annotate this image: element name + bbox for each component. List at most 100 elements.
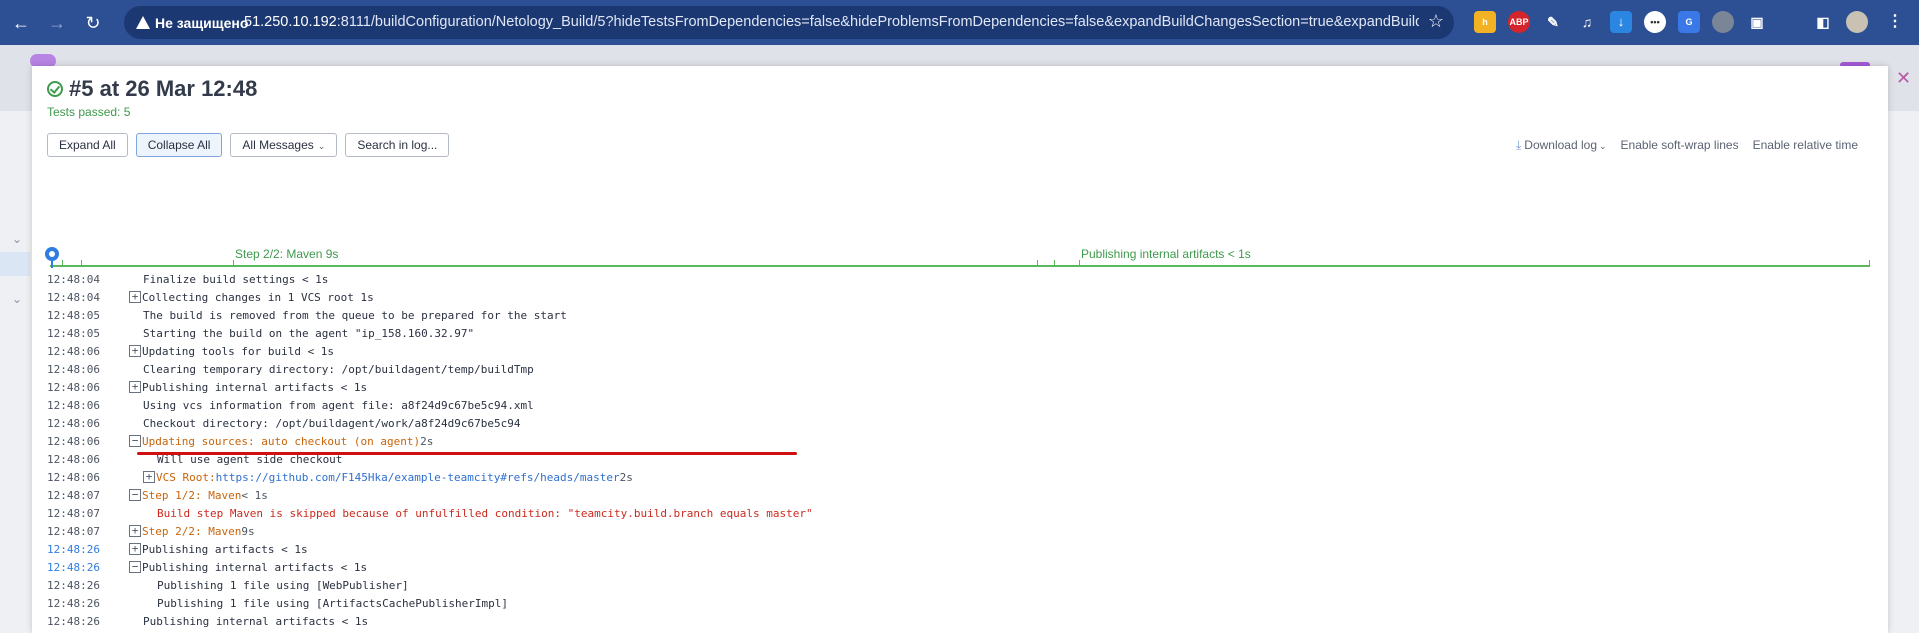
- success-check-icon: [47, 81, 63, 97]
- timeline-tick: [1054, 260, 1055, 267]
- address-bar[interactable]: Не защищено 51.250.10.192:8111/buildConf…: [124, 6, 1454, 39]
- log-timestamp: 12:48:26: [47, 597, 100, 610]
- extension-picker-icon[interactable]: ✎: [1542, 11, 1564, 33]
- log-line: 12:48:05 The build is removed from the qu…: [47, 307, 813, 325]
- timeline-tick: [62, 260, 63, 267]
- log-timestamp: 12:48:04: [47, 291, 100, 304]
- back-icon[interactable]: ←: [8, 10, 34, 36]
- log-timestamp: 12:48:07: [47, 489, 100, 502]
- log-message: Build step Maven is skipped because of u…: [157, 507, 813, 520]
- extensions-puzzle-icon[interactable]: ▣: [1746, 11, 1768, 33]
- log-timestamp: 12:48:06: [47, 399, 100, 412]
- log-duration: 2s: [420, 435, 434, 448]
- log-line: 12:48:06 Using vcs information from agent…: [47, 397, 813, 415]
- expand-icon[interactable]: +: [129, 543, 141, 555]
- log-line: 12:48:26 + Publishing artifacts < 1s: [47, 541, 813, 559]
- extension-headphones-icon[interactable]: ♫: [1576, 11, 1598, 33]
- log-message: Collecting changes in 1 VCS root 1s: [142, 291, 374, 304]
- timeline-tick: [233, 260, 234, 267]
- all-messages-label: All Messages: [242, 138, 314, 152]
- log-line: 12:48:26 Publishing internal artifacts < …: [47, 613, 813, 631]
- timeline-artifacts-label[interactable]: Publishing internal artifacts < 1s: [1081, 247, 1251, 261]
- sidebar-toggle-icon[interactable]: ◧: [1812, 11, 1834, 33]
- log-message: Publishing artifacts < 1s: [142, 543, 308, 556]
- extension-circle-icon[interactable]: [1712, 11, 1734, 33]
- extension-translate-icon[interactable]: G: [1678, 11, 1700, 33]
- log-line: 12:48:04 + Collecting changes in 1 VCS roo…: [47, 289, 813, 307]
- expand-icon[interactable]: +: [143, 471, 155, 483]
- soft-wrap-toggle[interactable]: Enable soft-wrap lines: [1621, 138, 1739, 153]
- log-message: Publishing 1 file using [ArtifactsCacheP…: [157, 597, 508, 610]
- expand-icon[interactable]: +: [129, 291, 141, 303]
- collapse-icon[interactable]: −: [129, 435, 141, 447]
- log-timestamp: 12:48:06: [47, 471, 100, 484]
- extension-download-icon[interactable]: ↓: [1610, 11, 1632, 33]
- chevron-down-icon: ⌄: [317, 141, 326, 151]
- tests-passed-status[interactable]: Tests passed: 5: [47, 105, 130, 119]
- log-message: Clearing temporary directory: /opt/build…: [143, 363, 534, 376]
- log-message: Publishing internal artifacts < 1s: [142, 381, 368, 394]
- log-timestamp: 12:48:06: [47, 453, 100, 466]
- page-sidebar-chevron-icon[interactable]: ⌄: [12, 292, 22, 306]
- build-log-dialog: #5 at 26 Mar 12:48 Tests passed: 5 Expan…: [32, 66, 1888, 633]
- log-line: 12:48:07 + Step 2/2: Maven 9s: [47, 523, 813, 541]
- url-path: :8111/buildConfiguration/Netology_Build/…: [336, 14, 1419, 30]
- log-line: 12:48:07 Build step Maven is skipped beca…: [47, 505, 813, 523]
- expand-icon[interactable]: +: [129, 381, 141, 393]
- bookmark-star-icon[interactable]: ☆: [1428, 11, 1444, 32]
- security-warning[interactable]: Не защищено: [134, 12, 254, 33]
- log-timestamp: 12:48:26: [47, 615, 100, 628]
- profile-avatar[interactable]: [1846, 11, 1868, 33]
- page-sidebar-selected-item[interactable]: [0, 252, 30, 276]
- log-message: Starting the build on the agent "ip_158.…: [143, 327, 475, 340]
- expand-icon[interactable]: +: [129, 525, 141, 537]
- extension-honey-icon[interactable]: h: [1474, 11, 1496, 33]
- log-line: 12:48:07 − Step 1/2: Maven < 1s: [47, 487, 813, 505]
- url-host: 51.250.10.192: [244, 14, 337, 30]
- url-text[interactable]: 51.250.10.192:8111/buildConfiguration/Ne…: [244, 14, 1419, 30]
- browser-menu-icon[interactable]: ⋮: [1884, 11, 1906, 33]
- browser-toolbar: ← → ↻ Не защищено 51.250.10.192:8111/bui…: [0, 0, 1919, 45]
- timeline-marker-stem: [51, 260, 53, 268]
- log-timestamp: 12:48:26: [47, 579, 100, 592]
- log-message: Finalize build settings < 1s: [143, 273, 329, 286]
- reload-icon[interactable]: ↻: [80, 10, 106, 36]
- build-title-row: #5 at 26 Mar 12:48: [47, 76, 257, 102]
- log-line: 12:48:06 + Publishing internal artifacts <…: [47, 379, 813, 397]
- download-icon: ⤓: [1515, 138, 1522, 152]
- log-timestamp: 12:48:05: [47, 309, 100, 322]
- log-message: Publishing 1 file using [WebPublisher]: [157, 579, 409, 592]
- log-message: Step 2/2: Maven: [142, 525, 242, 538]
- extension-abp-icon[interactable]: ABP: [1508, 11, 1530, 33]
- download-log-link[interactable]: ⤓ Download log ⌄: [1516, 138, 1607, 153]
- log-message: The build is removed from the queue to b…: [143, 309, 567, 322]
- extension-dots-icon[interactable]: •••: [1644, 11, 1666, 33]
- log-duration: 2s: [619, 471, 633, 484]
- log-timestamp: 12:48:04: [47, 273, 100, 286]
- log-message: Updating sources: auto checkout (on agen…: [142, 435, 421, 448]
- page-close-icon[interactable]: ✕: [1896, 68, 1911, 89]
- log-timestamp: 12:48:06: [47, 381, 100, 394]
- log-timestamp: 12:48:06: [47, 363, 100, 376]
- collapse-icon[interactable]: −: [129, 489, 141, 501]
- collapse-icon[interactable]: −: [129, 561, 141, 573]
- log-line: 12:48:06 + Updating tools for build < 1s: [47, 343, 813, 361]
- page-sidebar-chevron-icon[interactable]: ⌄: [12, 232, 22, 246]
- timeline-tick: [1869, 260, 1870, 267]
- relative-time-toggle[interactable]: Enable relative time: [1753, 138, 1858, 153]
- log-timestamp: 12:48:06: [47, 417, 100, 430]
- log-line: 12:48:06 − Updating sources: auto checkout…: [47, 433, 813, 451]
- timeline-tick: [81, 260, 82, 267]
- timeline-position-marker-icon[interactable]: [45, 247, 59, 261]
- timeline-tick: [1079, 260, 1080, 267]
- log-timestamp: 12:48:26: [47, 561, 100, 574]
- log-line: 12:48:05 Starting the build on the agent …: [47, 325, 813, 343]
- log-timestamp: 12:48:26: [47, 543, 100, 556]
- log-message: VCS Root:: [156, 471, 216, 484]
- forward-icon[interactable]: →: [44, 10, 70, 36]
- build-timeline[interactable]: Step 2/2: Maven 9s Publishing internal a…: [44, 154, 1888, 274]
- log-line: 12:48:26 − Publishing internal artifacts <…: [47, 559, 813, 577]
- vcs-root-link[interactable]: https://github.com/F145Hka/example-teamc…: [216, 469, 620, 487]
- expand-icon[interactable]: +: [129, 345, 141, 357]
- timeline-step-label[interactable]: Step 2/2: Maven 9s: [235, 247, 338, 261]
